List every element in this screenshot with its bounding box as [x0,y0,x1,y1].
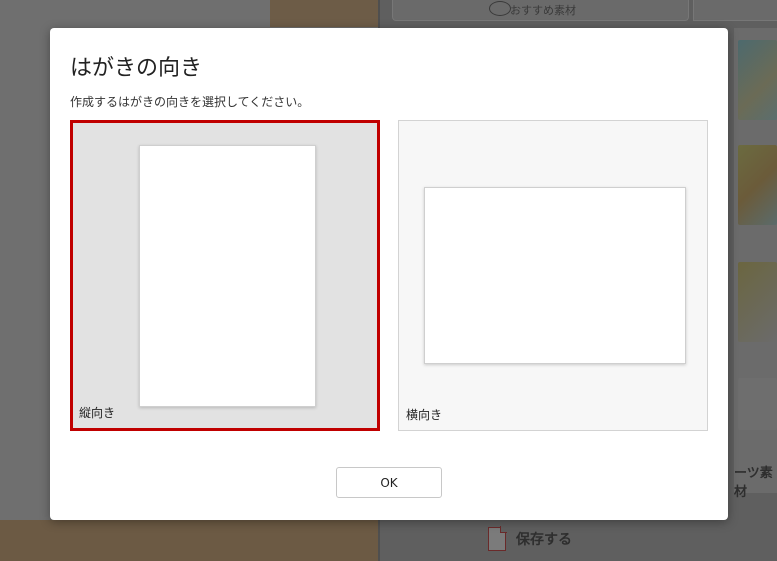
canvas-bottom-strip [0,520,378,561]
parts-materials-button[interactable]: ーツ素材 [734,462,777,500]
landscape-option[interactable]: 横向き [398,120,708,431]
ok-button[interactable]: OK [336,467,442,498]
recommended-materials-label: おすすめ素材 [510,4,576,17]
save-button-label: 保存する [516,532,572,548]
portrait-option[interactable]: 縦向き [70,120,380,431]
postcard-orientation-dialog: はがきの向き 作成するはがきの向きを選択してください。 縦向き 横向き OK [50,28,728,520]
portrait-option-label: 縦向き [79,406,116,420]
speech-bubble-icon [489,1,511,16]
material-thumbnail[interactable] [738,262,777,342]
material-thumbnail[interactable] [738,145,777,225]
dialog-subtitle: 作成するはがきの向きを選択してください。 [70,95,310,109]
secondary-tab[interactable] [693,0,777,21]
landscape-paper-preview [424,187,686,364]
material-thumbnail[interactable] [738,40,777,120]
portrait-paper-preview [139,145,316,407]
dialog-title: はがきの向き [70,56,203,81]
material-thumbnail[interactable] [738,378,777,430]
document-icon [488,526,507,551]
landscape-option-label: 横向き [406,408,443,422]
canvas-corner [270,0,378,27]
save-button[interactable]: 保存する [488,526,572,551]
